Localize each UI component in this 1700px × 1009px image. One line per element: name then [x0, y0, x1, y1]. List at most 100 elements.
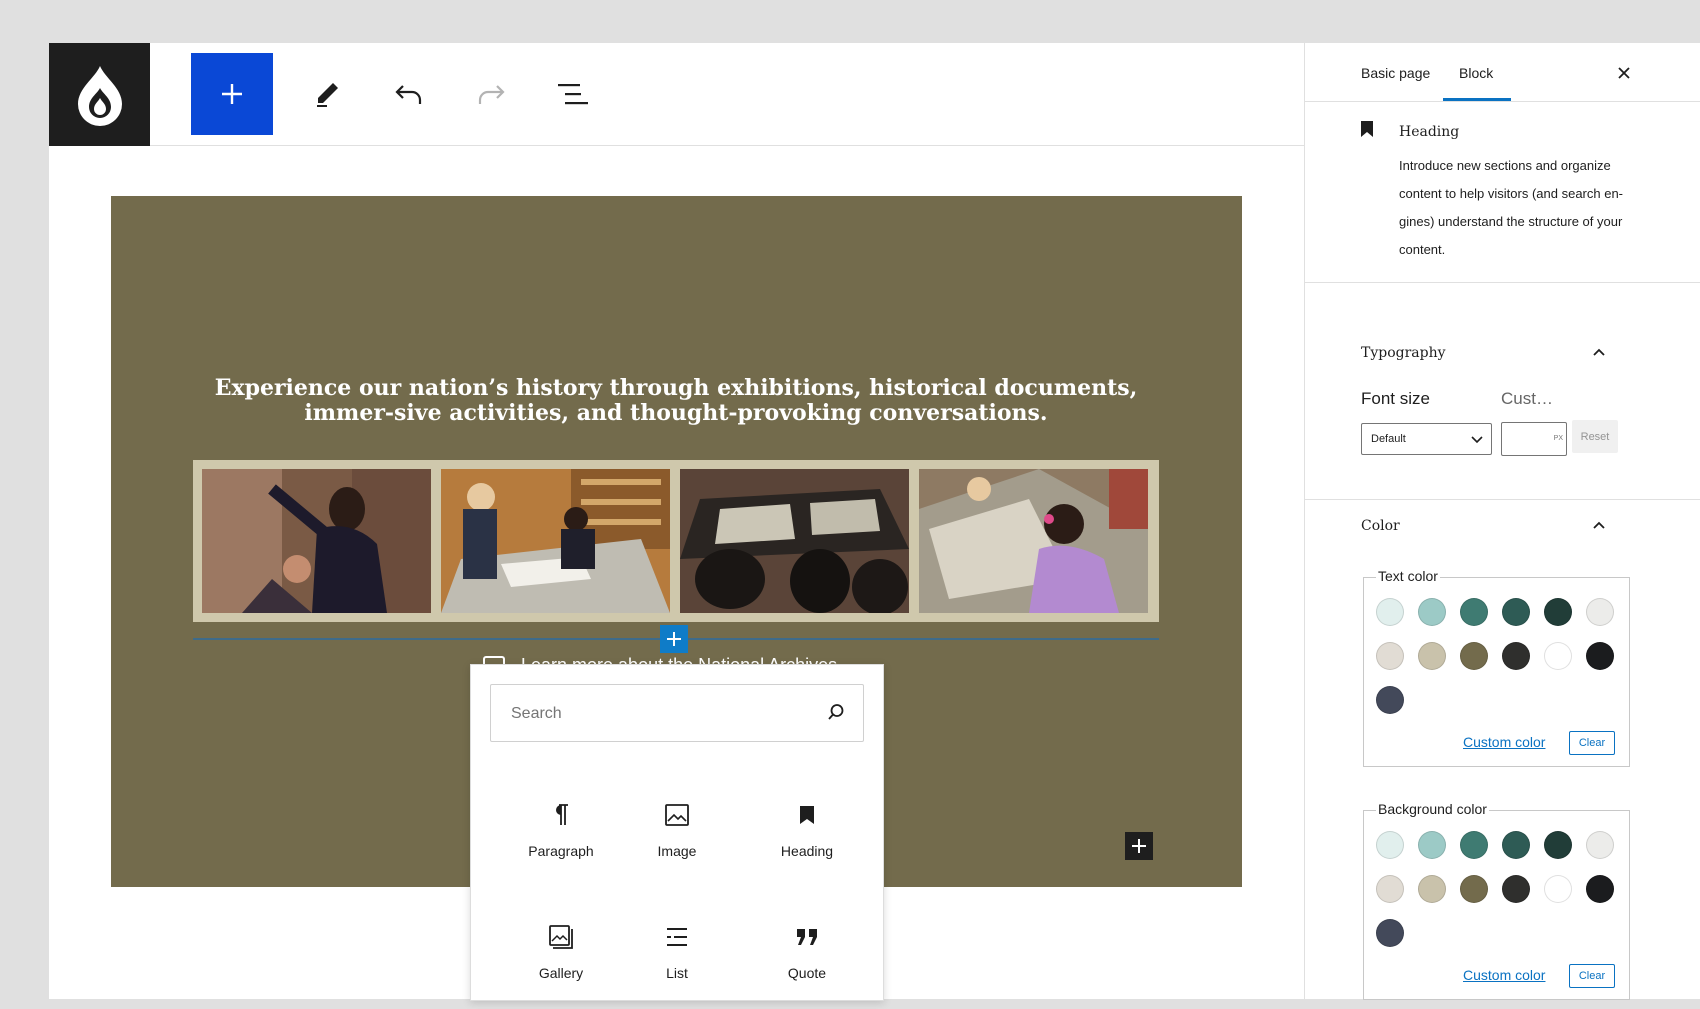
- block-inserter-popover: Paragraph Image Heading Gallery List Quo…: [470, 664, 884, 1001]
- color-swatch[interactable]: [1376, 875, 1404, 903]
- image-icon: [665, 804, 689, 826]
- undo-icon: [395, 85, 422, 104]
- block-label: List: [666, 965, 688, 981]
- append-block-button[interactable]: [1125, 832, 1153, 860]
- undo-button[interactable]: [378, 53, 440, 135]
- drupal-logo[interactable]: [49, 43, 150, 146]
- active-tab-indicator: [1443, 98, 1511, 101]
- block-heading[interactable]: Heading: [742, 797, 872, 887]
- color-swatch[interactable]: [1376, 831, 1404, 859]
- chevron-up-icon[interactable]: [1592, 519, 1606, 533]
- bookmark-icon: [800, 806, 814, 824]
- tab-basic-page[interactable]: Basic page: [1361, 65, 1430, 81]
- font-size-label: Font size: [1361, 389, 1430, 408]
- settings-sidebar: Basic page Block Heading Introduce new s…: [1304, 43, 1700, 1000]
- color-swatch[interactable]: [1502, 598, 1530, 626]
- paragraph-icon: [556, 804, 568, 825]
- color-swatch[interactable]: [1544, 831, 1572, 859]
- gallery-photo[interactable]: [680, 469, 909, 615]
- color-swatch[interactable]: [1418, 642, 1446, 670]
- block-search-field[interactable]: [490, 684, 864, 742]
- editor-app: Experience our nation’s history through …: [49, 43, 1700, 1001]
- block-card-description: Introduce new sections and organize cont…: [1399, 158, 1624, 257]
- drupal-drop-icon: [77, 65, 122, 126]
- quote-icon: [797, 929, 817, 945]
- reset-button[interactable]: Reset: [1572, 420, 1618, 453]
- list-icon: [667, 928, 687, 946]
- plus-icon: [667, 632, 681, 646]
- color-swatch[interactable]: [1460, 642, 1488, 670]
- editor-toolbar: [49, 43, 1304, 146]
- plus-icon: [222, 84, 242, 104]
- color-swatch[interactable]: [1460, 875, 1488, 903]
- color-panel-title[interactable]: Color: [1361, 518, 1400, 534]
- font-size-value: Default: [1371, 433, 1406, 445]
- clear-color-button[interactable]: Clear: [1569, 964, 1615, 988]
- block-image[interactable]: Image: [612, 797, 742, 887]
- close-icon: [1618, 67, 1630, 79]
- color-swatch[interactable]: [1586, 875, 1614, 903]
- redo-button[interactable]: [460, 53, 522, 135]
- custom-size-input[interactable]: PX: [1501, 422, 1567, 456]
- color-swatch[interactable]: [1376, 919, 1404, 947]
- gallery-photo[interactable]: [919, 469, 1148, 613]
- color-swatch[interactable]: [1418, 831, 1446, 859]
- custom-color-link[interactable]: Custom color: [1463, 734, 1545, 750]
- panel-divider: [1305, 499, 1700, 500]
- redo-icon: [478, 85, 505, 104]
- unit-label: PX: [1553, 435, 1563, 442]
- list-view-icon: [558, 84, 588, 105]
- color-swatch[interactable]: [1586, 831, 1614, 859]
- color-swatch[interactable]: [1376, 642, 1404, 670]
- search-icon: [828, 704, 844, 720]
- gallery-photo[interactable]: [441, 469, 670, 613]
- color-swatch[interactable]: [1502, 875, 1530, 903]
- text-color-legend: Text color: [1376, 568, 1440, 584]
- block-label: Paragraph: [528, 843, 594, 859]
- plus-icon: [1132, 839, 1146, 853]
- block-card-title: Heading: [1399, 124, 1460, 140]
- background-color-fieldset: Background color Custom color Clear: [1363, 801, 1630, 1000]
- block-paragraph[interactable]: Paragraph: [496, 797, 626, 887]
- text-color-fieldset: Text color Custom color Clear: [1363, 568, 1630, 767]
- inline-add-block-button[interactable]: [660, 625, 688, 653]
- color-swatch[interactable]: [1544, 598, 1572, 626]
- chevron-up-icon[interactable]: [1592, 346, 1606, 360]
- block-label: Image: [657, 843, 697, 859]
- gallery-photo[interactable]: [202, 469, 431, 613]
- image-gallery[interactable]: [193, 460, 1159, 622]
- color-swatch[interactable]: [1418, 875, 1446, 903]
- close-sidebar-button[interactable]: [1612, 61, 1636, 85]
- block-quote[interactable]: Quote: [742, 919, 872, 1009]
- font-size-select[interactable]: Default: [1361, 423, 1492, 455]
- block-search-input[interactable]: [509, 699, 813, 729]
- block-inserter-button[interactable]: [191, 53, 273, 135]
- color-swatch[interactable]: [1502, 831, 1530, 859]
- color-swatch[interactable]: [1544, 642, 1572, 670]
- color-swatch[interactable]: [1586, 642, 1614, 670]
- color-swatch[interactable]: [1376, 598, 1404, 626]
- block-gallery[interactable]: Gallery: [496, 919, 626, 1009]
- gallery-icon: [549, 925, 573, 949]
- bookmark-icon: [1361, 121, 1373, 137]
- hero-heading[interactable]: Experience our nation’s history through …: [201, 376, 1151, 426]
- sidebar-tabs: Basic page Block: [1305, 43, 1700, 102]
- color-swatch[interactable]: [1502, 642, 1530, 670]
- background-color-legend: Background color: [1376, 801, 1489, 817]
- block-list[interactable]: List: [612, 919, 742, 1009]
- tools-button[interactable]: [296, 53, 358, 135]
- color-swatch[interactable]: [1586, 598, 1614, 626]
- custom-color-link[interactable]: Custom color: [1463, 967, 1545, 983]
- color-swatch[interactable]: [1544, 875, 1572, 903]
- color-swatch[interactable]: [1460, 831, 1488, 859]
- block-card: Heading Introduce new sections and organ…: [1305, 102, 1700, 283]
- color-swatch[interactable]: [1376, 686, 1404, 714]
- list-view-button[interactable]: [542, 53, 604, 135]
- custom-size-label: Cust…: [1501, 389, 1553, 408]
- clear-color-button[interactable]: Clear: [1569, 731, 1615, 755]
- tab-block[interactable]: Block: [1459, 65, 1493, 81]
- typography-panel-title[interactable]: Typography: [1361, 345, 1446, 361]
- block-label: Gallery: [538, 965, 584, 981]
- color-swatch[interactable]: [1418, 598, 1446, 626]
- color-swatch[interactable]: [1460, 598, 1488, 626]
